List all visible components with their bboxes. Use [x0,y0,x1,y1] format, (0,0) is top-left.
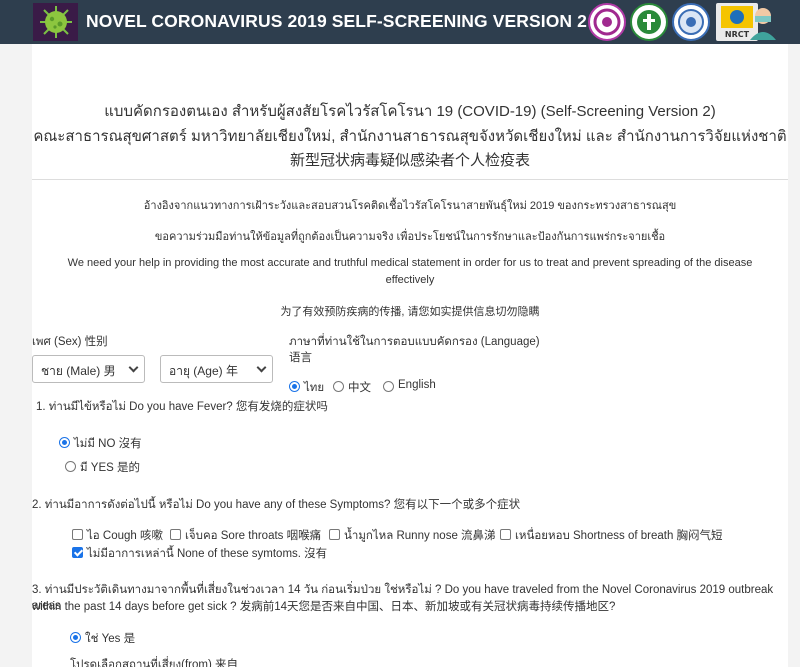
title-line-2: คณะสาธารณสุขศาสตร์ มหาวิทยาลัยเชียงใหม่,… [33,128,787,145]
q2-option-runny-nose: น้ำมูกไหล Runny nose 流鼻涕 [344,530,496,542]
note-thai-2: ขอความร่วมมือท่านให้ข้อมูลที่ถูกต้องเป็น… [154,231,666,243]
q3-followup-label: โปรดเลือกสถานที่เสี่ยง(from) 来自 [70,659,239,667]
age-select-value: อายุ (Age) 年 [169,364,238,378]
divider [32,179,788,180]
language-radio-english[interactable] [383,381,394,392]
partner-logo-3-icon [672,3,710,41]
title-line-3: 新型冠状病毒疑似感染者个人检疫表 [289,152,530,169]
q1-radio-yes[interactable] [65,461,76,472]
user-avatar-icon[interactable] [748,4,778,40]
partner-logo-2-icon [630,3,668,41]
chevron-down-icon [128,362,139,373]
language-label-zh: 语言 [289,352,312,364]
note-english-2: effectively [385,274,435,286]
question-1: 1. ท่านมีไข้หรือไม่ Do you have Fever? 您… [36,401,328,413]
language-radio-chinese[interactable] [333,381,344,392]
q2-option-cough: ไอ Cough 咳嗽 [87,530,163,542]
q2-option-shortness-of-breath: เหนื่อยหอบ Shortness of breath 胸闷气短 [515,530,723,542]
q2-checkbox-runny-nose[interactable] [329,529,340,540]
note-thai-1: อ้างอิงจากแนวทางการเฝ้าระวังและสอบสวนโรค… [143,200,677,212]
q2-checkbox-none[interactable] [72,547,83,558]
question-3-line-2: within the past 14 days before get sick … [32,601,616,613]
top-bar: NOVEL CORONAVIRUS 2019 SELF-SCREENING VE… [0,0,800,44]
q1-option-yes: มี YES 是的 [80,462,140,474]
q1-option-no: ไม่มี NO 沒有 [74,438,142,450]
q2-checkbox-cough[interactable] [72,529,83,540]
q3-option-yes: ใช่ Yes 是 [85,633,136,645]
note-chinese: 为了有效预防疾病的传播, 请您如实提供信息切勿隐瞒 [280,306,540,318]
q2-option-none: ไม่มีอาการเหล่านี้ None of these symtoms… [87,548,328,560]
title-line-1: แบบคัดกรองตนเอง สำหรับผู้สงสัยโรคไวรัสโค… [104,103,716,120]
age-select[interactable]: อายุ (Age) 年 [160,355,273,383]
svg-text:NRCT: NRCT [725,30,750,39]
screening-form: แบบคัดกรองตนเอง สำหรับผู้สงสัยโรคไวรัสโค… [32,44,788,667]
partner-logo-1-icon [588,3,626,41]
q2-checkbox-shortness-of-breath[interactable] [500,529,511,540]
language-option-chinese: 中文 [348,382,371,394]
sex-select[interactable]: ชาย (Male) 男 [32,355,145,383]
virus-logo-icon [33,3,78,41]
sex-select-value: ชาย (Male) 男 [41,364,116,378]
q2-checkbox-sore-throat[interactable] [170,529,181,540]
language-radio-thai[interactable] [289,381,300,392]
chevron-down-icon [256,362,267,373]
question-2: 2. ท่านมีอาการดังต่อไปนี้ หรือไม่ Do you… [32,499,521,511]
language-option-thai: ไทย [304,382,325,394]
q3-radio-yes[interactable] [70,632,81,643]
app-title: NOVEL CORONAVIRUS 2019 SELF-SCREENING VE… [86,11,587,31]
sex-label: เพศ (Sex) 性别 [32,336,108,348]
q2-option-sore-throat: เจ็บคอ Sore throats 咽喉痛 [185,530,322,542]
note-english-1: We need your help in providing the most … [67,257,753,269]
language-option-english: English [398,379,436,391]
q1-radio-no[interactable] [59,437,70,448]
language-label: ภาษาที่ท่านใช้ในการตอบแบบคัดกรอง (Langua… [289,336,540,348]
